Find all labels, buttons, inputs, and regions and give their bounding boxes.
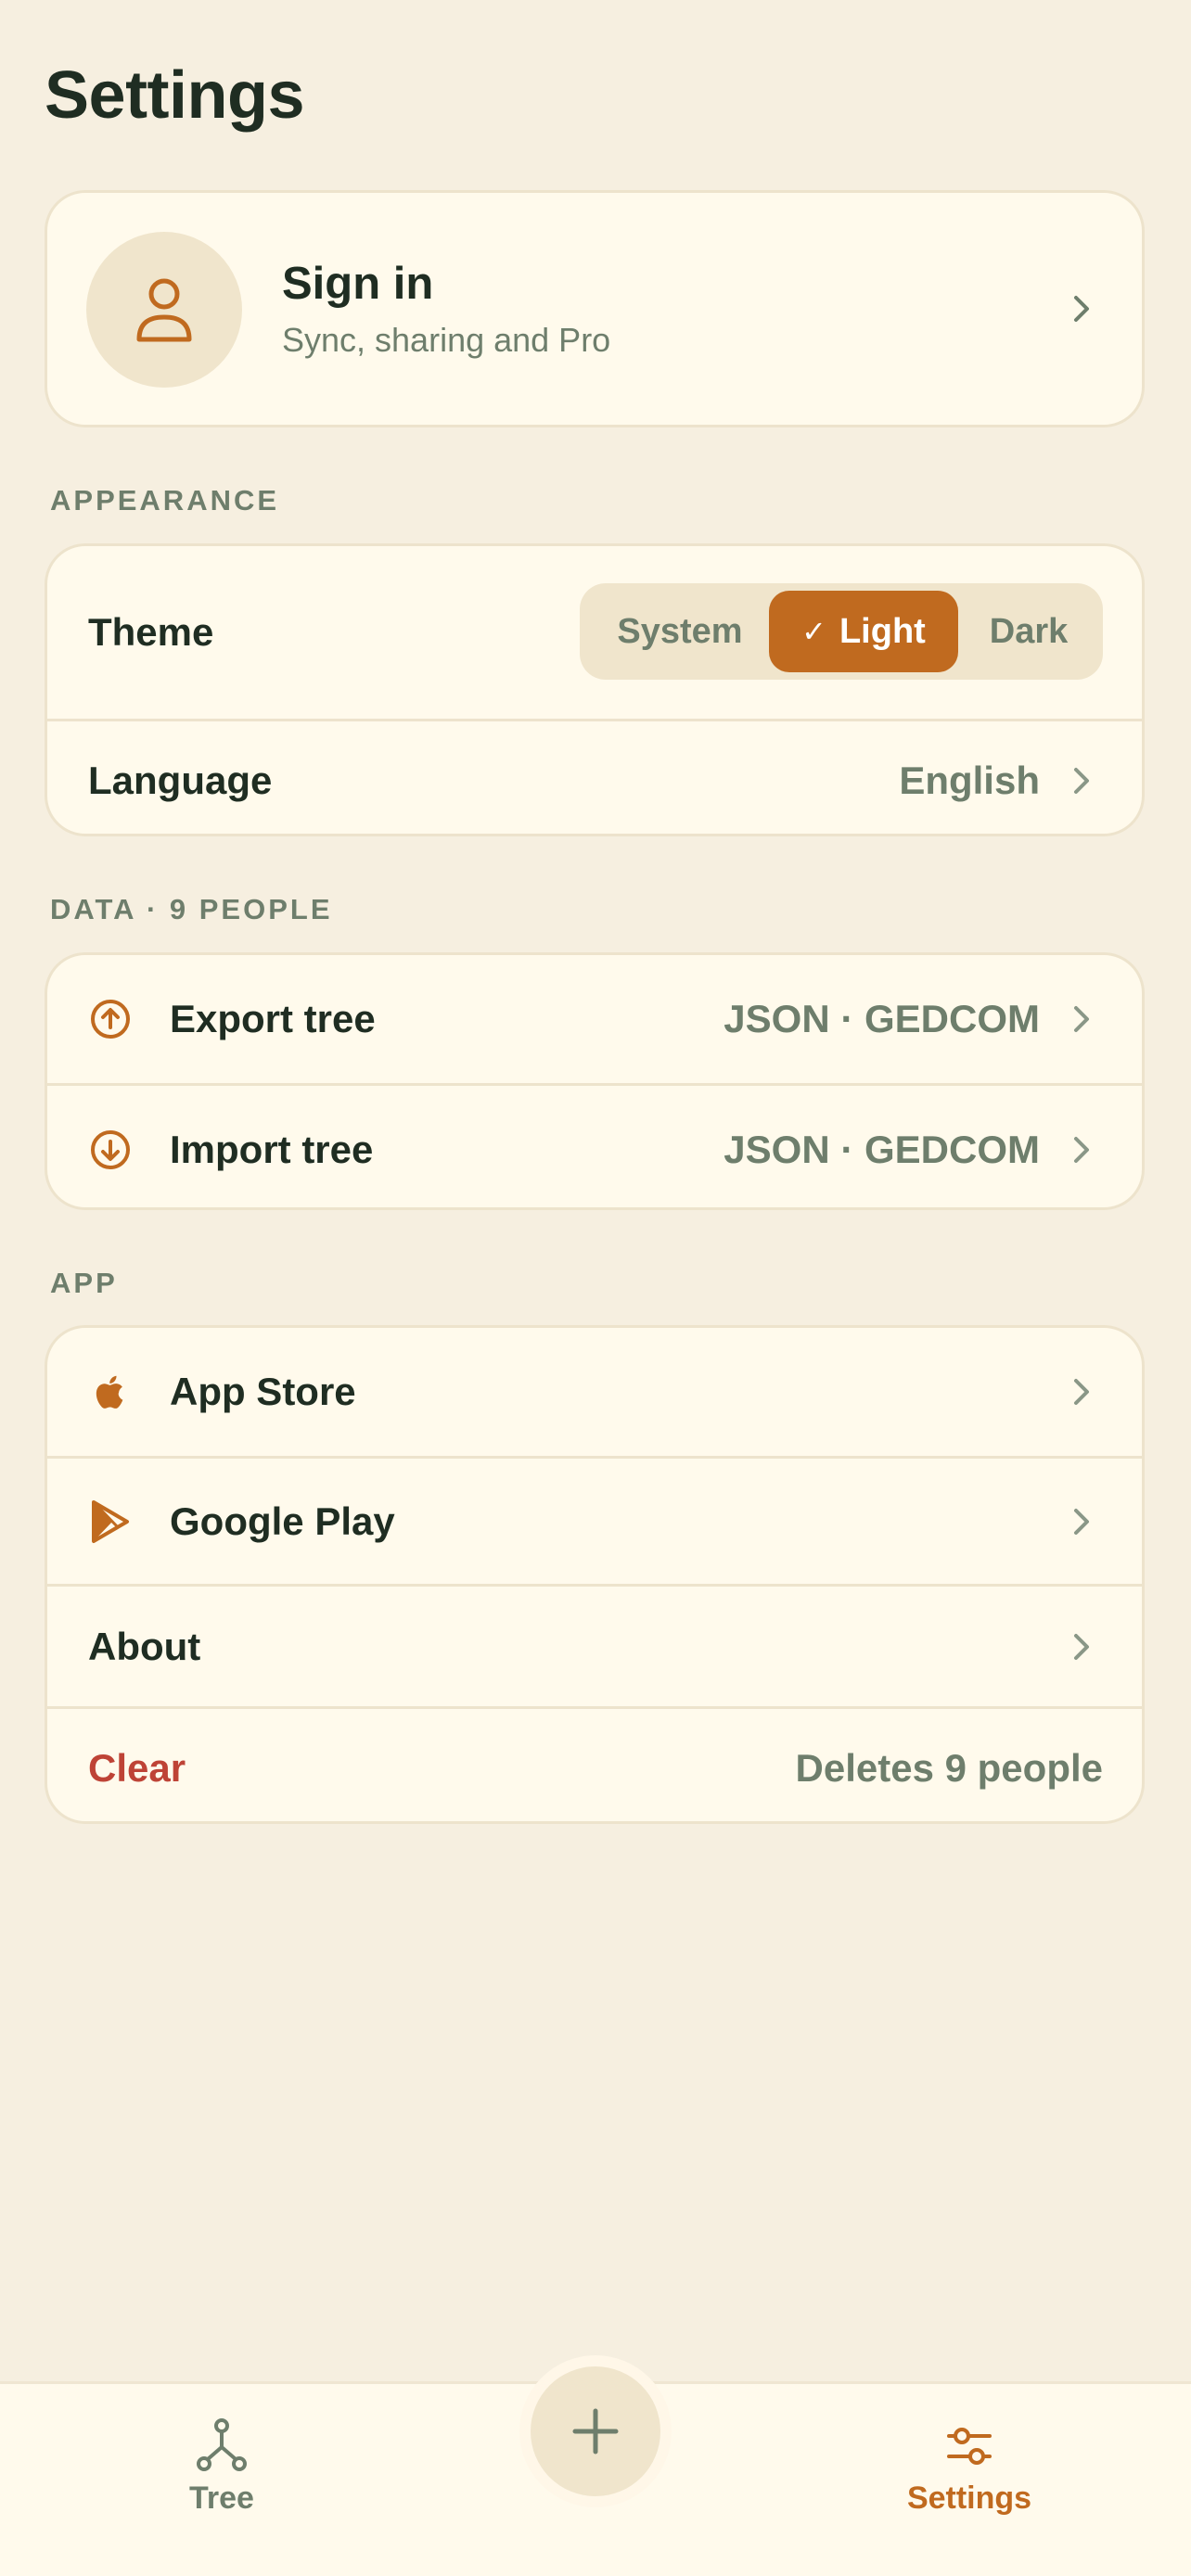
checkmark-icon: ✓ [801, 615, 826, 648]
about-label: About [88, 1624, 201, 1668]
google-play-icon [92, 1499, 129, 1543]
export-tree-label: Export tree [170, 997, 376, 1040]
chevron-right-icon [1074, 1136, 1089, 1163]
tree-icon [197, 2418, 247, 2471]
clear-description: Deletes 9 people [795, 1745, 1103, 1790]
import-formats: JSON · GEDCOM [724, 1127, 1040, 1171]
language-value: English [899, 758, 1040, 802]
chevron-right-icon [1074, 296, 1089, 322]
chevron-right-icon [1074, 1633, 1089, 1660]
page-title: Settings [45, 58, 305, 133]
clear-row[interactable]: Clear Deletes 9 people [47, 1706, 1142, 1821]
theme-option-light[interactable]: ✓ Light [769, 591, 958, 672]
app-store-row[interactable]: App Store [47, 1328, 1142, 1456]
clear-label: Clear [88, 1745, 186, 1790]
sign-in-subtitle: Sync, sharing and Pro [282, 321, 611, 359]
tab-settings-label: Settings [906, 2480, 1032, 2516]
chevron-right-icon [1074, 1379, 1089, 1405]
tab-settings[interactable]: Settings [858, 2417, 1081, 2517]
export-formats: JSON · GEDCOM [724, 997, 1040, 1040]
chevron-right-icon [1074, 767, 1089, 794]
tab-tree[interactable]: Tree [110, 2417, 333, 2517]
section-label-appearance: APPEARANCE [50, 484, 280, 516]
theme-segmented-control: System ✓ Light Dark [580, 583, 1103, 680]
sign-in-card[interactable]: Sign in Sync, sharing and Pro [45, 190, 1145, 427]
sign-in-title: Sign in [282, 259, 434, 309]
import-tree-row[interactable]: Import tree JSON · GEDCOM [47, 1083, 1142, 1207]
theme-option-system[interactable]: System [587, 591, 773, 672]
section-label-app: APP [50, 1267, 118, 1299]
sliders-icon [947, 2428, 992, 2465]
arrow-down-circle-icon [91, 1129, 130, 1169]
app-card: App Store Google Play About Clear Delete… [45, 1325, 1145, 1824]
export-tree-row[interactable]: Export tree JSON · GEDCOM [47, 955, 1142, 1083]
appearance-card: Theme System ✓ Light Dark Language Engli… [45, 543, 1145, 836]
person-icon [136, 278, 192, 342]
plus-icon [572, 2408, 619, 2455]
import-tree-label: Import tree [170, 1127, 374, 1171]
language-label: Language [88, 758, 273, 802]
google-play-row[interactable]: Google Play [47, 1456, 1142, 1584]
data-card: Export tree JSON · GEDCOM Import tree JS… [45, 952, 1145, 1210]
language-row[interactable]: Language English [47, 719, 1142, 834]
avatar [86, 232, 242, 388]
apple-icon [96, 1375, 123, 1409]
arrow-up-circle-icon [91, 1000, 130, 1039]
app-store-label: App Store [170, 1370, 356, 1413]
about-row[interactable]: About [47, 1584, 1142, 1706]
theme-label: Theme [88, 610, 214, 654]
theme-row: Theme System ✓ Light Dark [47, 546, 1142, 719]
section-label-data: DATA · 9 PEOPLE [50, 893, 333, 925]
chevron-right-icon [1074, 1006, 1089, 1032]
chevron-right-icon [1074, 1508, 1089, 1535]
tab-tree-label: Tree [189, 2480, 254, 2516]
add-button[interactable] [531, 2366, 660, 2496]
theme-option-dark[interactable]: Dark [962, 591, 1095, 672]
google-play-label: Google Play [170, 1498, 395, 1543]
